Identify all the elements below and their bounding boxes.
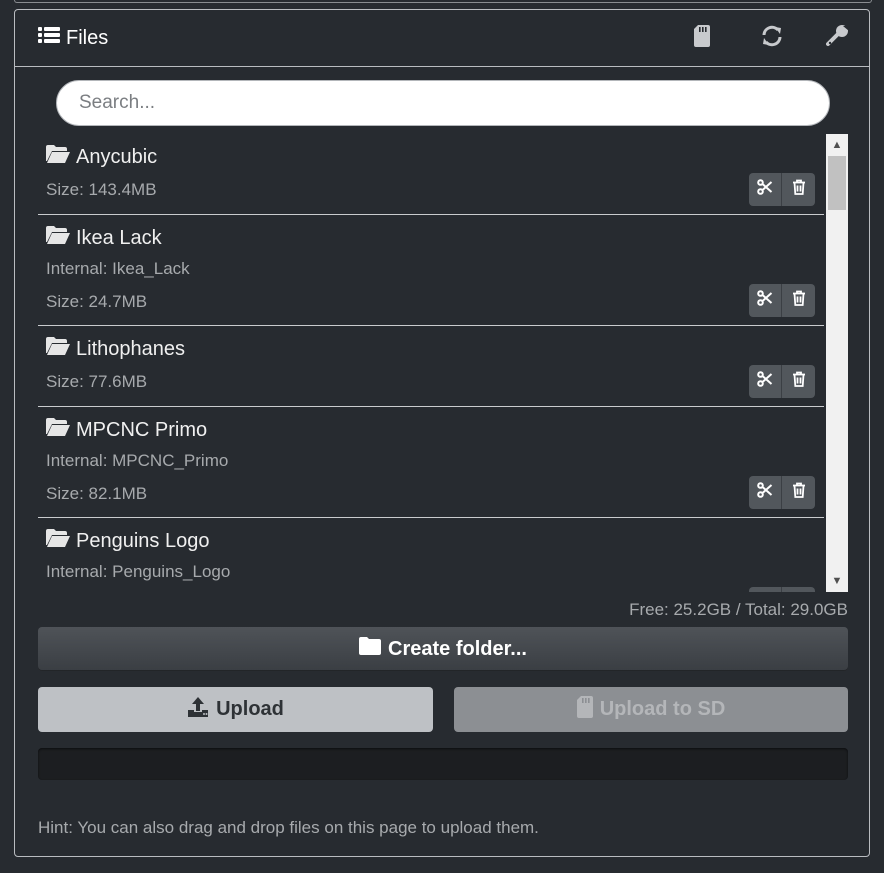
scrollbar-thumb[interactable] <box>828 156 846 210</box>
move-button[interactable] <box>749 587 782 592</box>
file-name-text: Penguins Logo <box>76 529 210 552</box>
scissors-icon <box>757 290 773 311</box>
file-internal-name: Internal: MPCNC_Primo <box>46 451 229 470</box>
delete-button[interactable] <box>782 284 815 317</box>
file-actions <box>749 284 816 317</box>
list-item[interactable]: Ikea Lack Internal: Ikea_Lack Size: 24.7… <box>38 215 824 326</box>
sd-card-icon <box>694 24 710 52</box>
file-name-text: Lithophanes <box>76 337 185 360</box>
panel-title-text: Files <box>66 26 109 49</box>
trash-icon <box>792 179 806 200</box>
move-button[interactable] <box>749 476 782 509</box>
delete-button[interactable] <box>782 365 815 398</box>
files-panel: Files Anycubic Size: 143.4MB <box>14 9 870 857</box>
upload-button[interactable]: Upload <box>38 687 433 732</box>
wrench-icon <box>826 24 850 53</box>
file-size: Size: 24.7MB <box>46 292 148 311</box>
file-actions <box>749 587 816 592</box>
file-name-text: Anycubic <box>76 145 158 168</box>
file-internal-name: Internal: Penguins_Logo <box>46 562 231 581</box>
folder-open-icon <box>46 337 70 361</box>
delete-button[interactable] <box>782 587 815 592</box>
file-name-text: MPCNC Primo <box>76 418 208 441</box>
file-size: Size: 77.6MB <box>46 372 148 391</box>
folder-open-icon <box>46 529 70 553</box>
upload-to-sd-label: Upload to SD <box>599 698 726 720</box>
upload-to-sd-button[interactable]: Upload to SD <box>454 687 848 732</box>
scroll-up-arrow[interactable]: ▲ <box>826 136 848 154</box>
previous-panel-edge <box>14 0 872 3</box>
file-list: Anycubic Size: 143.4MB Ikea Lack Interna… <box>38 134 824 592</box>
list-item[interactable]: Lithophanes Size: 77.6MB <box>38 326 824 407</box>
sd-card-button[interactable] <box>688 24 716 52</box>
folder-open-icon <box>46 418 70 442</box>
scissors-icon <box>757 371 773 392</box>
trash-icon <box>792 371 806 392</box>
search-input[interactable] <box>56 80 830 126</box>
file-list-scrollbar[interactable]: ▲ ▼ <box>826 134 848 592</box>
trash-icon <box>792 482 806 503</box>
move-button[interactable] <box>749 284 782 317</box>
upload-icon <box>187 696 209 724</box>
file-name: Lithophanes <box>46 337 185 361</box>
file-name-text: Ikea Lack <box>76 226 162 249</box>
file-actions <box>749 173 816 206</box>
scissors-icon <box>757 482 773 503</box>
panel-header: Files <box>15 10 869 67</box>
list-item[interactable]: MPCNC Primo Internal: MPCNC_Primo Size: … <box>38 407 824 518</box>
move-button[interactable] <box>749 173 782 206</box>
drag-drop-hint: Hint: You can also drag and drop files o… <box>38 818 539 837</box>
create-folder-button[interactable]: Create folder... <box>38 627 848 671</box>
trash-icon <box>792 290 806 311</box>
create-folder-label: Create folder... <box>388 637 527 660</box>
file-actions <box>749 365 816 398</box>
list-item[interactable]: Anycubic Size: 143.4MB <box>38 134 824 215</box>
upload-label: Upload <box>216 698 284 720</box>
panel-title: Files <box>38 26 108 50</box>
file-name: Penguins Logo <box>46 529 209 553</box>
sd-card-icon <box>576 695 593 724</box>
move-button[interactable] <box>749 365 782 398</box>
file-internal-name: Internal: Ikea_Lack <box>46 259 190 278</box>
refresh-button[interactable] <box>758 24 786 52</box>
scroll-down-arrow[interactable]: ▼ <box>826 572 848 590</box>
file-size: Size: 143.4MB <box>46 180 157 199</box>
file-actions <box>749 476 816 509</box>
list-icon <box>38 26 60 50</box>
list-item[interactable]: Penguins Logo Internal: Penguins_Logo <box>38 518 824 592</box>
folder-open-icon <box>46 145 70 169</box>
settings-button[interactable] <box>824 24 852 52</box>
upload-progress-bar <box>38 748 848 780</box>
file-name: Ikea Lack <box>46 226 162 250</box>
scissors-icon <box>757 179 773 200</box>
file-name: MPCNC Primo <box>46 418 207 442</box>
refresh-icon <box>760 25 784 52</box>
folder-open-icon <box>46 226 70 250</box>
delete-button[interactable] <box>782 173 815 206</box>
file-size: Size: 82.1MB <box>46 484 148 503</box>
file-name: Anycubic <box>46 145 157 169</box>
folder-icon <box>359 637 382 661</box>
storage-info: Free: 25.2GB / Total: 29.0GB <box>629 600 848 619</box>
delete-button[interactable] <box>782 476 815 509</box>
